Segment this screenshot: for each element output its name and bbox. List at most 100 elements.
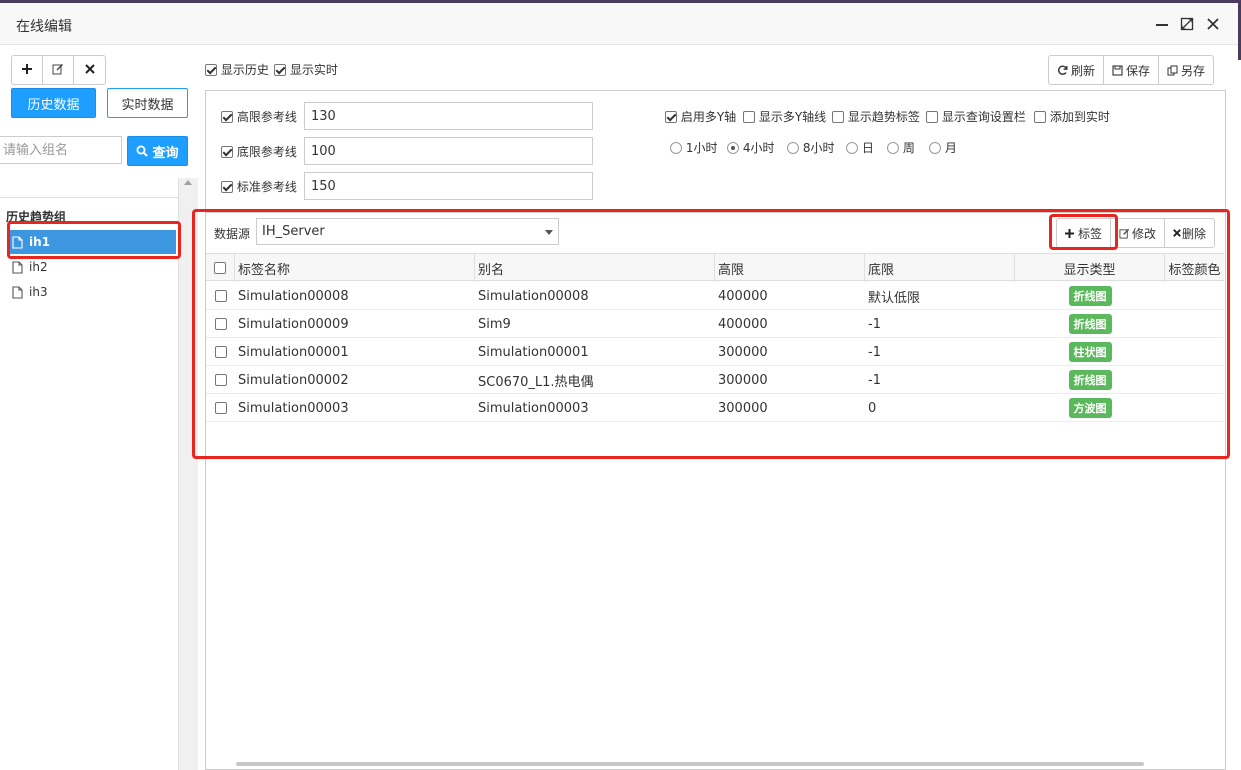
table-header: 标签名称 别名 高限 底限 显示类型 标签颜色 [206,253,1224,282]
column-header-type[interactable]: 显示类型 [1015,254,1165,282]
row-checkbox[interactable] [214,346,227,358]
maximize-icon[interactable] [1177,14,1197,34]
close-icon[interactable] [1203,14,1223,34]
show-realtime-option[interactable]: 显示实时 [274,61,338,78]
multi-y-option[interactable]: 启用多Y轴 [665,108,736,125]
cell-high: 400000 [718,316,768,332]
delete-tag-button[interactable]: 删除 [1165,219,1214,247]
multi-y-checkbox[interactable] [665,111,677,123]
cell-high: 300000 [718,400,768,416]
history-data-button[interactable]: 历史数据 [11,88,96,118]
range-label: 周 [902,141,915,155]
range-day[interactable]: 日 [846,139,874,156]
refresh-button[interactable]: 刷新 [1049,56,1105,84]
file-icon [12,260,23,274]
show-query-bar-label: 显示查询设置栏 [941,110,1026,124]
range-8h-radio[interactable] [787,142,799,154]
query-button[interactable]: 查询 [127,136,188,166]
range-label: 8小时 [802,141,835,155]
low-ref-checkbox[interactable] [221,146,233,158]
range-4h[interactable]: 4小时 [727,139,774,156]
search-icon [136,145,149,157]
range-month[interactable]: 月 [929,139,957,156]
high-ref-input[interactable]: 130 [304,102,593,130]
cell-low: 0 [868,400,877,416]
table-row[interactable]: Simulation00002 SC0670_L1.热电偶 300000 -1 … [206,366,1224,394]
range-day-radio[interactable] [846,142,858,154]
std-ref-option[interactable]: 标准参考线 [221,178,297,195]
tree-item-ih1[interactable]: ih1 [8,230,176,254]
table-row[interactable]: Simulation00001 Simulation00001 300000 -… [206,338,1224,366]
column-header-high[interactable]: 高限 [715,254,865,282]
left-scrollbar[interactable] [178,178,198,770]
range-month-radio[interactable] [929,142,941,154]
tree-item-ih2[interactable]: ih2 [8,255,176,279]
column-header-alias[interactable]: 别名 [475,254,715,282]
range-label: 月 [944,141,957,155]
add-realtime-option[interactable]: 添加到实时 [1034,108,1110,125]
cell-type: 方波图 [1015,394,1165,422]
delete-group-button[interactable] [74,56,105,84]
range-4h-radio[interactable] [727,142,739,154]
low-ref-option[interactable]: 底限参考线 [221,143,297,160]
edit-icon [52,63,64,78]
add-tag-label: 标签 [1078,226,1103,241]
add-tag-button[interactable]: 标签 [1057,219,1112,247]
edit-icon [1119,228,1130,239]
show-multi-y-checkbox[interactable] [743,111,755,123]
x-icon [1173,229,1181,237]
minimize-icon[interactable] [1152,14,1172,34]
show-trend-label-label: 显示趋势标签 [847,110,920,124]
column-header-low[interactable]: 底限 [865,254,1015,282]
add-realtime-checkbox[interactable] [1034,111,1046,123]
show-history-checkbox[interactable] [205,64,217,76]
select-all-checkbox[interactable] [214,262,226,274]
save-as-button[interactable]: 另存 [1159,56,1213,84]
low-ref-input[interactable]: 100 [304,137,593,165]
row-select-cell [206,394,235,422]
modify-tag-button[interactable]: 修改 [1111,219,1166,247]
realtime-data-button[interactable]: 实时数据 [107,88,188,118]
tree-item-ih3[interactable]: ih3 [8,280,176,304]
save-button[interactable]: 保存 [1104,56,1160,84]
table-row[interactable]: Simulation00003 Simulation00003 300000 0… [206,394,1224,422]
add-group-button[interactable] [12,56,43,84]
row-checkbox[interactable] [214,374,227,386]
row-checkbox[interactable] [214,318,227,330]
file-icon [12,235,23,249]
show-realtime-checkbox[interactable] [274,64,286,76]
horizontal-scrollbar[interactable] [236,762,1144,766]
show-realtime-label: 显示实时 [289,63,338,77]
range-1h[interactable]: 1小时 [670,139,717,156]
refresh-label: 刷新 [1071,63,1096,78]
table-row[interactable]: Simulation00008 Simulation00008 400000 默… [206,282,1224,310]
select-all-cell [206,254,235,282]
column-header-name[interactable]: 标签名称 [235,254,475,282]
table-row[interactable]: Simulation00009 Sim9 400000 -1 折线图 [206,310,1224,338]
datasource-select[interactable]: IH_Server [256,218,559,245]
show-query-bar-checkbox[interactable] [926,111,938,123]
group-name-input[interactable] [0,136,122,164]
row-checkbox[interactable] [214,290,227,302]
show-query-bar-option[interactable]: 显示查询设置栏 [926,108,1026,125]
std-ref-input[interactable]: 150 [304,172,593,200]
main-toolbar: 刷新 保存 另存 [1048,55,1215,85]
show-trend-label-checkbox[interactable] [832,111,844,123]
std-ref-checkbox[interactable] [221,181,233,193]
show-history-option[interactable]: 显示历史 [205,61,269,78]
range-week[interactable]: 周 [887,139,915,156]
cell-alias: Simulation00001 [478,344,589,360]
show-trend-label-option[interactable]: 显示趋势标签 [832,108,920,125]
high-ref-option[interactable]: 高限参考线 [221,108,297,125]
edit-group-button[interactable] [43,56,74,84]
type-badge: 折线图 [1068,314,1112,334]
high-ref-checkbox[interactable] [221,111,233,123]
show-multi-y-option[interactable]: 显示多Y轴线 [743,108,826,125]
range-week-radio[interactable] [887,142,899,154]
range-1h-radio[interactable] [670,142,682,154]
column-header-color[interactable]: 标签颜色 [1165,254,1224,282]
row-select-cell [206,366,235,394]
scroll-up-icon[interactable] [184,180,192,185]
range-8h[interactable]: 8小时 [787,139,834,156]
row-checkbox[interactable] [214,402,227,414]
